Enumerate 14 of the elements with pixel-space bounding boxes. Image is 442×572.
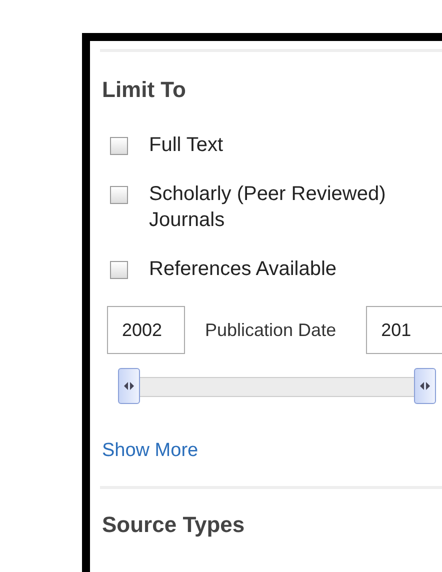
to-year-field[interactable]: 201 bbox=[366, 306, 442, 354]
checkbox-label: Scholarly (Peer Reviewed) Journals bbox=[149, 182, 387, 233]
checkbox[interactable] bbox=[110, 186, 128, 204]
slider-handle[interactable] bbox=[414, 368, 436, 404]
checkbox[interactable] bbox=[110, 261, 128, 279]
date-label: Publication Date bbox=[205, 320, 336, 340]
from-year-field[interactable]: 2002 bbox=[107, 306, 185, 354]
section-title: Source Types bbox=[102, 511, 246, 539]
checkbox-label: References Available bbox=[149, 257, 337, 282]
slider-handle[interactable] bbox=[118, 368, 140, 404]
checkbox-label: Full Text bbox=[149, 133, 224, 158]
checkbox[interactable] bbox=[110, 137, 128, 155]
section-title: Limit To bbox=[102, 76, 187, 104]
show-more-link[interactable]: Show More bbox=[102, 440, 198, 462]
